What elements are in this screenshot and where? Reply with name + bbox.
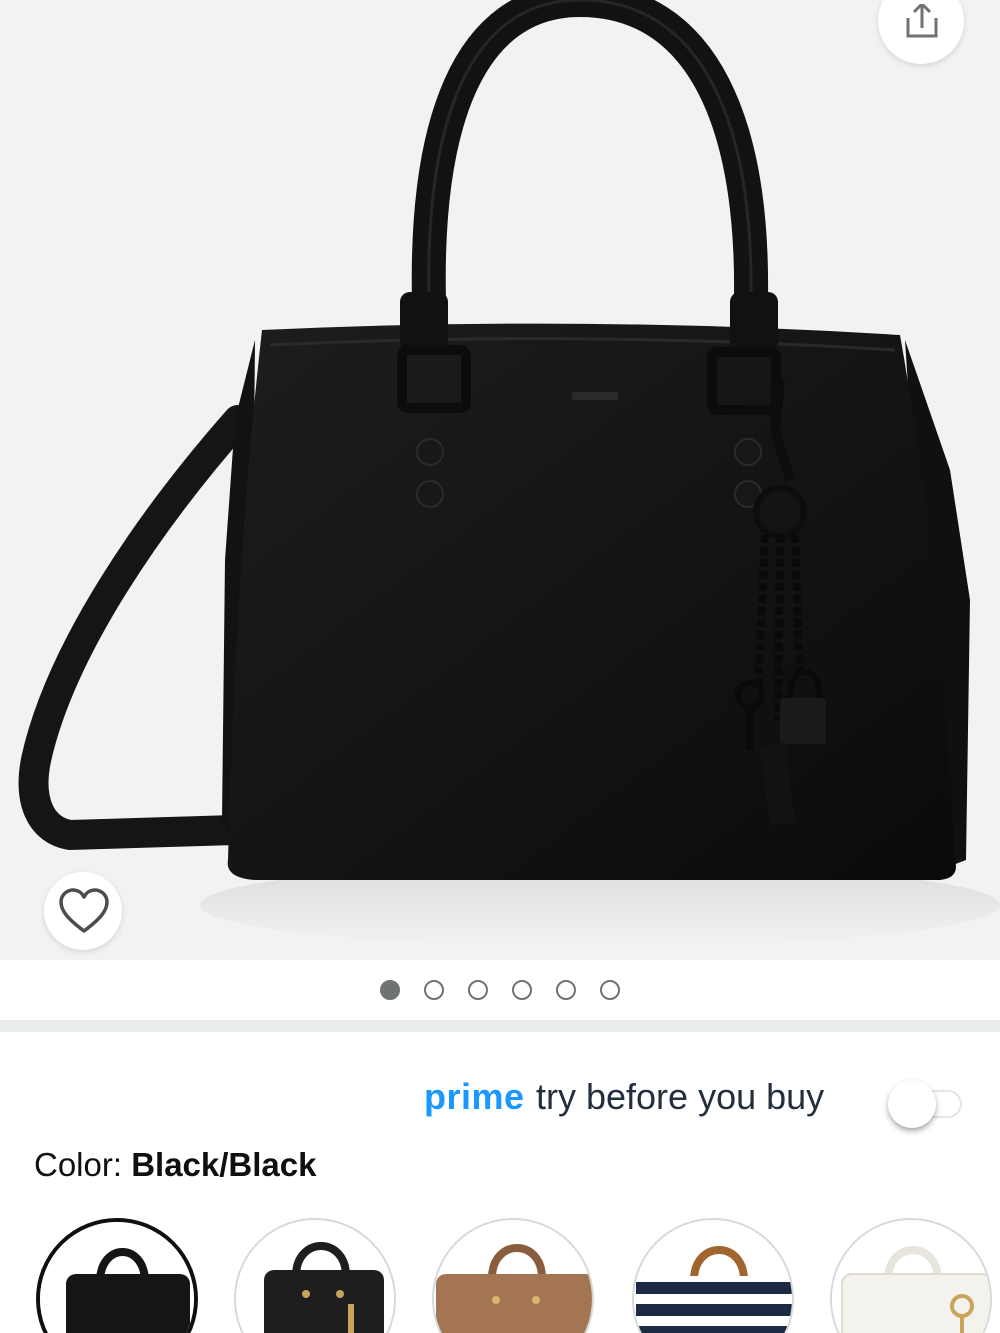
color-swatch-black-black[interactable] [36, 1218, 198, 1333]
swatch-image [434, 1220, 592, 1333]
color-swatch-list [0, 1216, 1000, 1333]
carousel-dot[interactable] [424, 980, 444, 1000]
carousel-dot[interactable] [556, 980, 576, 1000]
product-image-carousel[interactable] [0, 0, 1000, 960]
swatch-image [40, 1222, 194, 1333]
section-divider [0, 1020, 1000, 1032]
color-value: Black/Black [131, 1146, 317, 1183]
color-swatch-navy-stripe[interactable] [632, 1218, 794, 1333]
carousel-dot[interactable] [600, 980, 620, 1000]
prime-logo: prime [424, 1076, 525, 1117]
toggle-knob [888, 1080, 936, 1128]
prime-toggle[interactable] [888, 1080, 966, 1128]
color-selection: Color: Black/Black [34, 1146, 317, 1184]
share-icon [906, 4, 938, 38]
color-label: Color: [34, 1146, 132, 1183]
prime-try-text: try before you buy [536, 1076, 825, 1117]
swatch-image [832, 1220, 990, 1333]
color-swatch-white[interactable] [830, 1218, 992, 1333]
prime-try-before-you-buy: prime try before you buy [0, 1070, 1000, 1128]
carousel-dot[interactable] [468, 980, 488, 1000]
carousel-dot[interactable] [380, 980, 400, 1000]
wishlist-button[interactable] [44, 872, 122, 950]
carousel-dot[interactable] [512, 980, 532, 1000]
heart-icon [59, 888, 109, 933]
carousel-indicator [0, 960, 1000, 1020]
swatch-image [634, 1220, 792, 1333]
color-swatch-black-gold[interactable] [234, 1218, 396, 1333]
color-swatch-cognac[interactable] [432, 1218, 594, 1333]
product-image-handbag [18, 0, 1000, 947]
swatch-image [236, 1220, 394, 1333]
